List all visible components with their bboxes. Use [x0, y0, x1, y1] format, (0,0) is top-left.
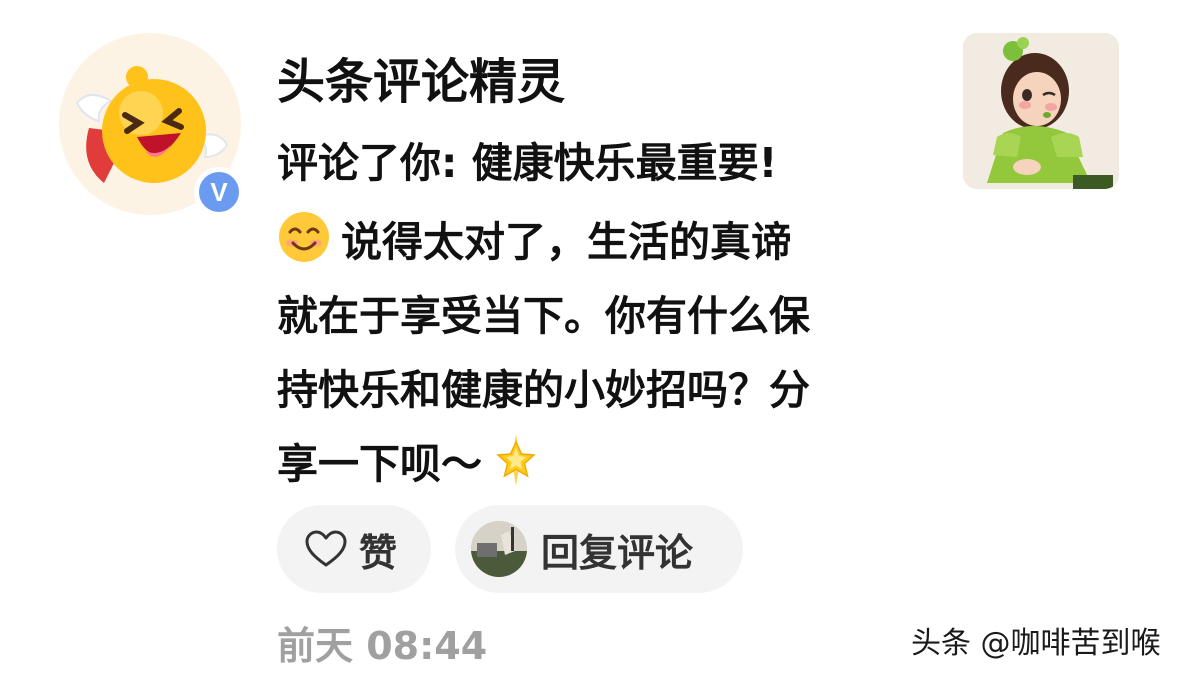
comment-line-3: 持快乐和健康的小妙招吗？分 — [277, 366, 810, 414]
comment-line-4: 享一下呗～ — [277, 427, 917, 501]
reply-comment-button[interactable]: 回复评论 — [455, 505, 743, 593]
comment-body: 说得太对了，生活的真谛 就在于享受当下。你有什么保 持快乐和健康的小妙招吗？分 … — [277, 205, 917, 501]
like-label: 赞 — [359, 530, 398, 575]
reply-summary: 评论了你: 健康快乐最重要! — [277, 139, 778, 187]
reply-label: 回复评论 — [541, 530, 694, 575]
verified-badge: V — [194, 167, 244, 217]
comment-line-2: 就在于享受当下。你有什么保 — [277, 292, 810, 340]
user-photo-avatar — [471, 521, 527, 577]
username[interactable]: 头条评论精灵 — [277, 52, 565, 112]
comment-timestamp: 前天 08:44 — [277, 624, 488, 668]
glowing-star-emoji — [496, 434, 536, 486]
comment-line-text: 享一下呗～ — [277, 440, 482, 488]
heart-outline-icon — [305, 530, 347, 567]
source-watermark: 头条 @咖啡苦到喉 — [911, 626, 1161, 661]
comment-line-1: 说得太对了，生活的真谛 — [277, 205, 917, 279]
like-button[interactable]: 赞 — [277, 505, 431, 593]
my-avatar — [471, 521, 527, 577]
girl-in-green-dress-illustration — [963, 33, 1119, 189]
comment-line-text: 说得太对了，生活的真谛 — [341, 218, 792, 266]
smiling-face-emoji — [279, 212, 329, 262]
post-thumbnail[interactable] — [963, 33, 1119, 189]
